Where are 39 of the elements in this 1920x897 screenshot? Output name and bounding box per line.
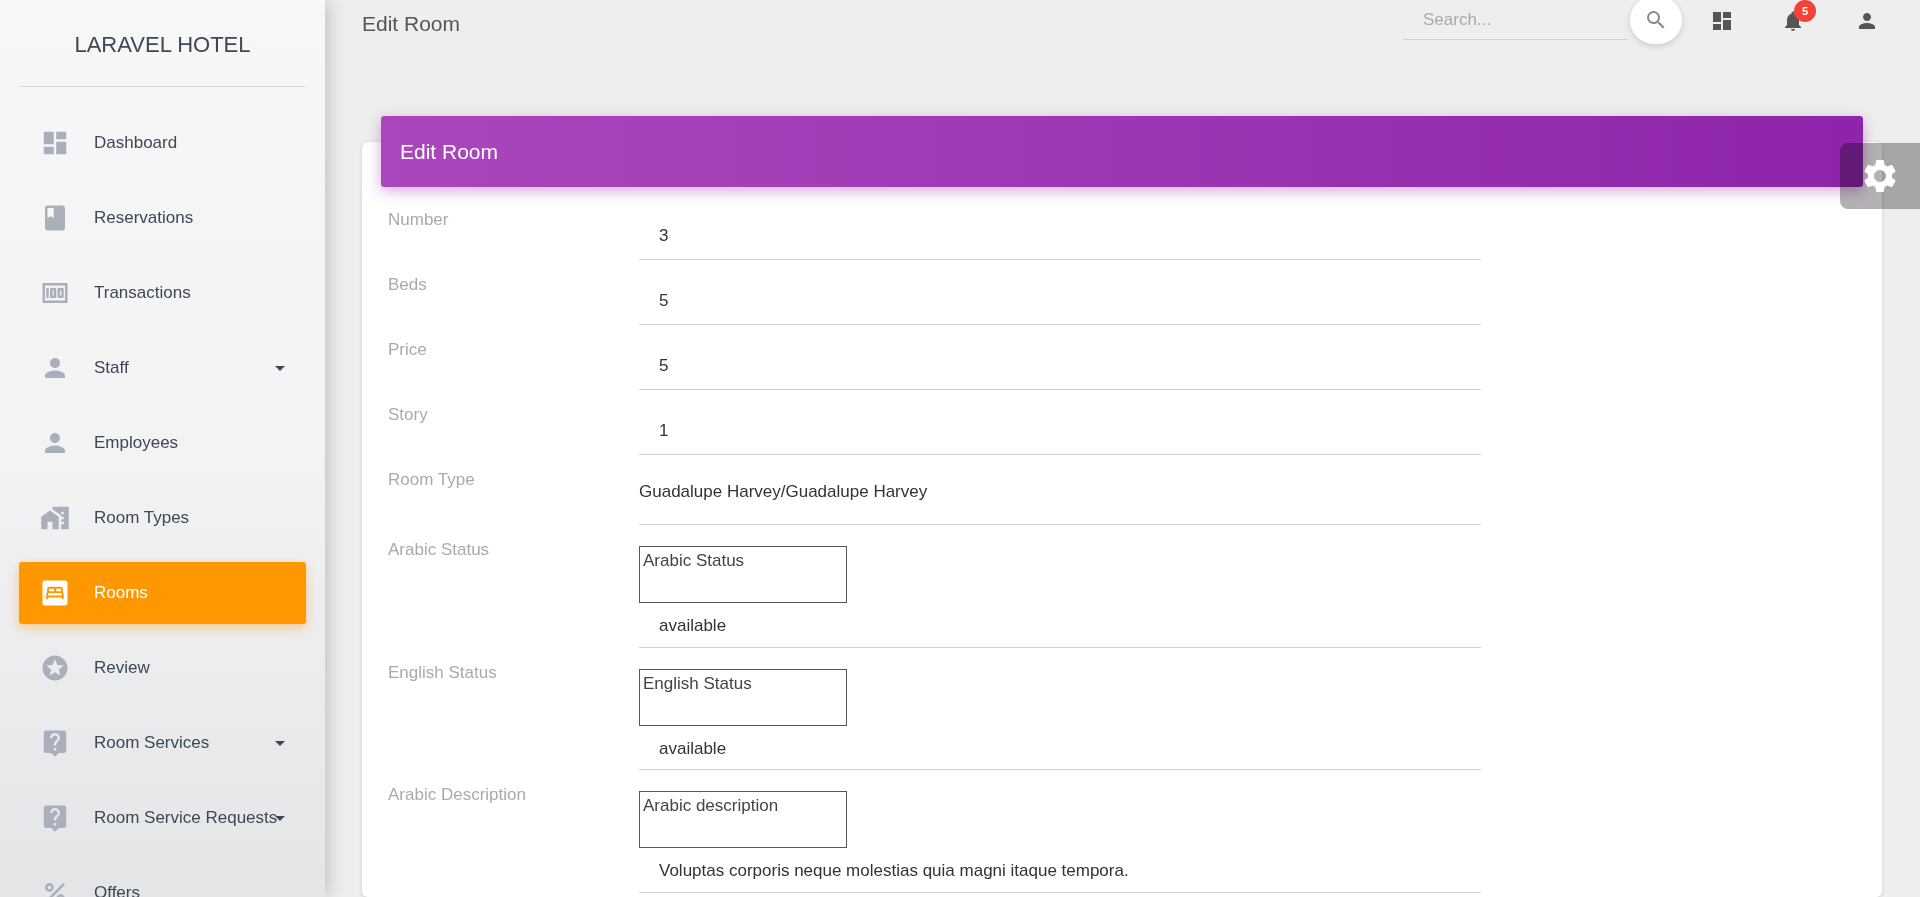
select-field[interactable]: Guadalupe Harvey/Guadalupe Harvey	[639, 457, 1481, 525]
sidebar-item[interactable]: Reservations	[19, 187, 306, 249]
notification-count: 5	[1794, 0, 1816, 22]
sidebar-item[interactable]: Staff	[19, 337, 306, 399]
field-label: Room Type	[388, 469, 476, 491]
text-field[interactable]: 3	[639, 197, 1481, 260]
sidebar-item[interactable]: Dashboard	[19, 112, 306, 174]
text-area[interactable]: Arabic Status	[639, 546, 847, 603]
field-label: Number	[388, 209, 450, 231]
card-title: Edit Room	[400, 138, 499, 165]
text-field[interactable]: 5	[639, 327, 1481, 390]
status-value: Voluptas corporis neque molestias quia magni itaque tempora.	[658, 860, 1130, 882]
field-label: Beds	[388, 274, 428, 296]
sidebar-item[interactable]: Review	[19, 637, 306, 699]
sidebar-item[interactable]: Transactions	[19, 262, 306, 324]
search-button[interactable]	[1630, 0, 1682, 44]
field-label: Story	[388, 404, 429, 426]
field-label: Price	[388, 339, 428, 361]
text-field[interactable]: 1	[639, 392, 1481, 455]
field-label: Arabic Status	[388, 539, 491, 561]
field-label: English Status	[388, 661, 498, 684]
settings-button[interactable]	[1840, 143, 1920, 209]
notifications-button[interactable]: 5	[1778, 0, 1816, 36]
brand-title: LARAVEL HOTEL	[74, 30, 251, 59]
field-label: Arabic Description	[388, 784, 527, 806]
text-area[interactable]: English Status	[639, 668, 847, 726]
sidebar-item[interactable]: Room Service Requests	[19, 787, 306, 849]
text-field[interactable]: 5	[639, 262, 1481, 325]
status-value: available	[658, 615, 728, 637]
bed-icon	[40, 578, 70, 608]
sidebar-item[interactable]: Room Types	[19, 487, 306, 549]
sidebar-item[interactable]: Room Services	[19, 712, 306, 774]
dashboard-icon	[1710, 9, 1734, 33]
sidebar-item[interactable]: Employees	[19, 412, 306, 474]
star-icon	[40, 653, 70, 683]
status-value: available	[658, 737, 728, 760]
page-title: Edit Room	[362, 11, 461, 37]
text-area[interactable]: Arabic description	[639, 791, 847, 848]
search-field[interactable]: Search...	[1403, 0, 1628, 40]
